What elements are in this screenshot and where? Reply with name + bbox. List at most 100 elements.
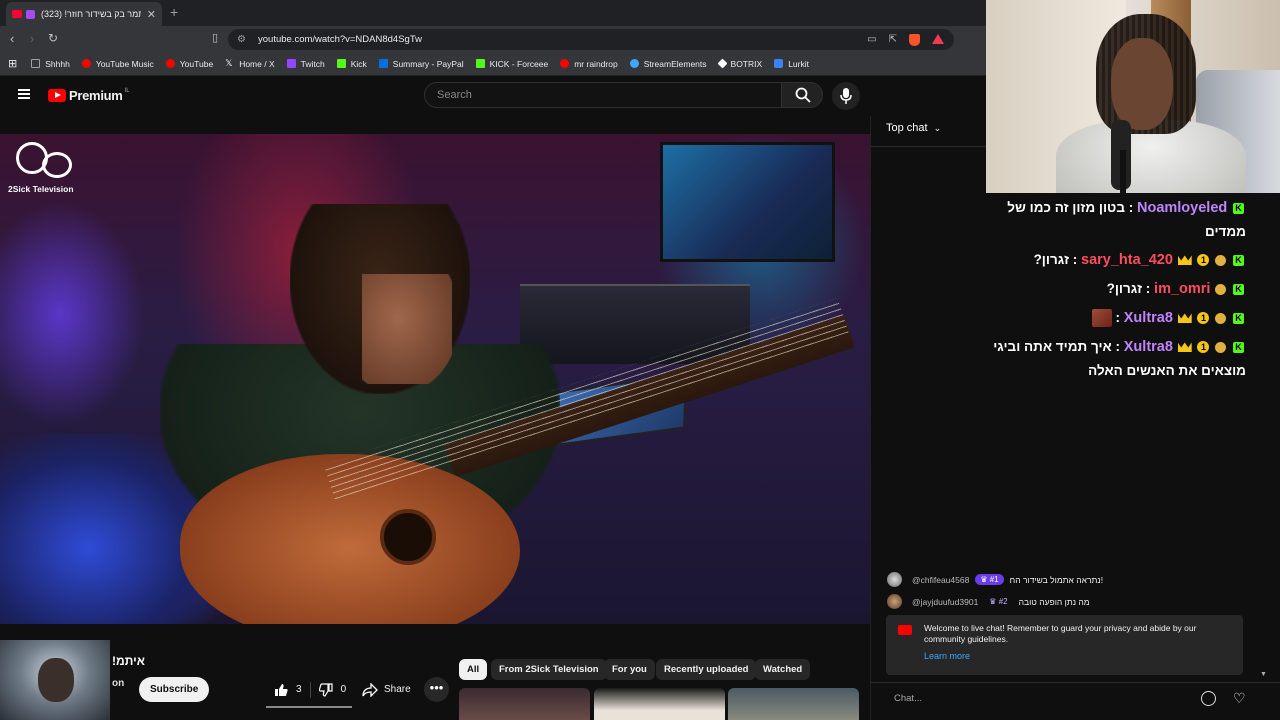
chat-input[interactable]: Chat... (886, 688, 1196, 710)
chip-all[interactable]: All (459, 659, 488, 680)
bookmark-item[interactable]: KICK - Forceee (475, 59, 548, 69)
channel-watermark: 2Sick Television (8, 142, 88, 202)
bookmark-item[interactable]: Kick (336, 59, 367, 69)
bookmark-item[interactable]: 𝕏 Home / X (225, 59, 274, 69)
scroll-down-icon[interactable]: ▼ (1260, 671, 1267, 678)
chat-separator: : (1111, 339, 1121, 354)
voice-search-button[interactable] (832, 82, 860, 110)
learn-more-link[interactable]: Learn more (924, 651, 970, 661)
crown-badge-icon (1177, 313, 1192, 324)
chat-message: K im_omri : זגרון? (990, 277, 1246, 301)
more-actions-button[interactable]: ••• (424, 677, 449, 702)
channel-name[interactable]: on (112, 678, 124, 689)
chip-for-you[interactable]: For you (604, 659, 655, 680)
video-title: !איתמ (112, 654, 145, 668)
chip-from-channel[interactable]: From 2Sick Television (491, 659, 607, 680)
omnibox[interactable]: ⚙ youtube.com/watch?v=NDAN8d4SgTw ▭ ⇱ (228, 29, 954, 50)
chat-separator: : (1124, 200, 1134, 215)
chat-handle: @chfifeau4568 (912, 574, 970, 585)
related-video-thumbnail[interactable] (728, 688, 859, 720)
related-video-thumbnail[interactable] (459, 688, 590, 720)
video-player[interactable]: 2Sick Television (0, 134, 870, 624)
related-video-thumbnail[interactable] (594, 688, 725, 720)
forward-icon[interactable]: › (30, 31, 34, 46)
browser-tab-bar: איתמר בק בשידור חוזר! (323) ✕ + (0, 0, 986, 26)
watermark-text: 2Sick Television (8, 184, 74, 194)
chip-recently-uploaded[interactable]: Recently uploaded (656, 659, 757, 680)
chat-username: sary_hta_420 (1081, 252, 1173, 268)
chat-message: K 1 sary_hta_420 : זגרון? (990, 248, 1246, 272)
address-bar-row: ‹ › ↻ ▯ ⚙ youtube.com/watch?v=NDAN8d4SgT… (0, 26, 986, 52)
chat-message: K 1 Xultra8 : (990, 306, 1246, 330)
chat-username: Xultra8 (1123, 310, 1173, 326)
bookmark-item[interactable]: Lurkit (774, 59, 809, 69)
chip-watched[interactable]: Watched (755, 659, 811, 680)
search-input[interactable]: Search (424, 82, 782, 108)
youtube-icon (560, 59, 570, 68)
chat-item-text: מה נתן הופעה טובה (1018, 596, 1090, 607)
cast-icon[interactable]: ▭ (867, 29, 876, 50)
site-info-icon[interactable]: ⚙ (237, 29, 246, 50)
avatar (887, 594, 902, 609)
new-tab-button[interactable]: + (170, 4, 178, 20)
back-icon[interactable]: ‹ (10, 31, 14, 46)
search-button[interactable] (781, 82, 823, 108)
close-tab-icon[interactable]: ✕ (147, 8, 156, 21)
bookmark-item[interactable]: mr raindrop (560, 59, 618, 69)
like-ratio-bar (266, 706, 352, 708)
like-count: 3 (296, 684, 302, 695)
video-monitor (660, 142, 835, 262)
botrix-icon (717, 58, 727, 69)
chat-input-divider (870, 682, 1280, 683)
bookmark-item[interactable]: Twitch (286, 59, 325, 69)
crown-icon: ♛ (989, 597, 997, 606)
youtube-play-icon (48, 89, 66, 102)
bookmark-item[interactable]: StreamElements (629, 59, 707, 69)
reload-icon[interactable]: ↻ (48, 31, 58, 45)
chat-separator: : (1111, 310, 1121, 325)
menu-icon[interactable] (18, 89, 30, 99)
youtube-icon (898, 625, 912, 635)
brave-shield-icon[interactable] (909, 34, 920, 46)
share-button[interactable]: Share (362, 677, 411, 702)
extension-favicon-icon (26, 9, 35, 19)
logo-word: Premium (69, 88, 123, 103)
like-button[interactable]: 3 (266, 683, 302, 697)
chat-item[interactable]: @chfifeau4568 ♛ #1 נתראה אתמול בשידור הח… (887, 572, 1103, 587)
bookmark-item[interactable]: Shhhh (31, 59, 70, 69)
dislike-button[interactable]: 0 (318, 682, 347, 697)
chat-message: K Noamloyeled : בטון מזון זה כמו של ממדי… (990, 196, 1246, 243)
thumbs-down-icon (318, 682, 333, 697)
heart-icon[interactable]: ♡ (1233, 691, 1249, 706)
chat-item[interactable]: @jayjduufud3901 ♛ #2 מה נתן הופעה טובה (887, 594, 1090, 609)
youtube-header: Premium IL Search (0, 76, 870, 116)
dislike-count: 0 (340, 684, 347, 695)
thumbs-up-icon (275, 683, 288, 696)
emoji-icon[interactable] (1201, 691, 1216, 706)
welcome-banner: Welcome to live chat! Remember to guard … (886, 615, 1243, 675)
browser-tab[interactable]: איתמר בק בשידור חוזר! (323) ✕ (6, 2, 162, 26)
kick-icon (475, 59, 485, 68)
bookmark-page-icon[interactable]: ▯ (212, 31, 218, 44)
rewards-icon[interactable] (932, 34, 944, 44)
sub-badge-icon: 1 (1197, 312, 1210, 325)
youtube-logo[interactable]: Premium IL (48, 88, 130, 103)
kick-badge-icon: K (1233, 202, 1244, 214)
x-icon: 𝕏 (225, 58, 233, 68)
chat-item-text: נתראה אתמול בשידור הח! (1009, 574, 1104, 585)
apps-icon[interactable]: ⊞ (8, 57, 17, 70)
bookmark-item[interactable]: YouTube Music (81, 59, 154, 69)
bookmark-item[interactable]: YouTube (165, 59, 213, 69)
twitch-icon (286, 59, 296, 68)
subscribe-button[interactable]: Subscribe (139, 677, 210, 702)
crown-icon: ♛ (980, 575, 988, 584)
rank-badge: ♛ #1 (975, 574, 1004, 585)
sub-badge-icon: 1 (1197, 341, 1210, 354)
crown-badge-icon (1177, 255, 1192, 266)
chat-mode-dropdown[interactable]: Top chat ⌄ (886, 122, 941, 134)
bookmark-item[interactable]: BOTRIX (717, 58, 762, 69)
bookmark-item[interactable]: Summary - PayPal (378, 59, 464, 69)
like-dislike-bar: 3 0 (266, 677, 352, 702)
share-page-icon[interactable]: ⇱ (889, 29, 897, 50)
microphone-icon (840, 88, 852, 104)
